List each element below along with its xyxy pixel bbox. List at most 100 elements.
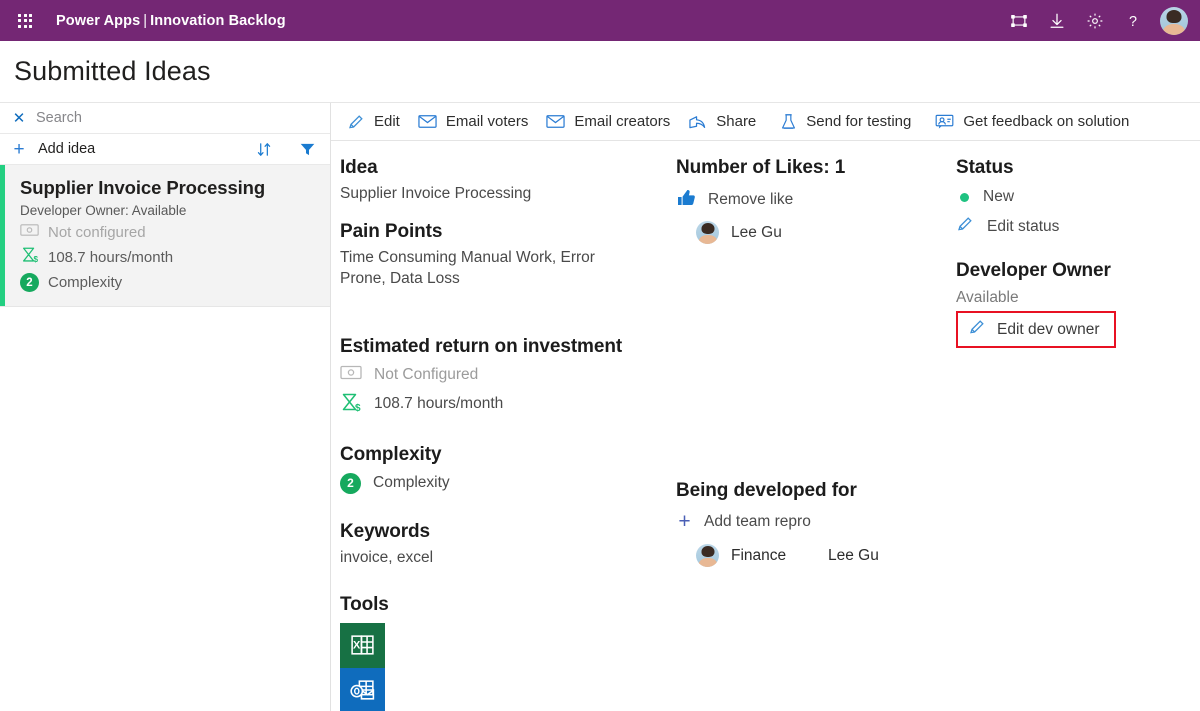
complexity-line: 2 Complexity — [340, 472, 676, 494]
sidebar: ✕ + Add idea Supplier Invoice Processing… — [0, 103, 331, 711]
voter-name: Lee Gu — [731, 223, 782, 241]
send-for-testing-button[interactable]: Send for testing — [770, 103, 925, 141]
roi-heading: Estimated return on investment — [340, 335, 623, 357]
hourglass-dollar-icon: $ — [20, 246, 39, 268]
keywords-value: invoice, excel — [340, 548, 434, 566]
edit-button[interactable]: Edit — [343, 103, 414, 141]
svg-text:?: ? — [1129, 13, 1137, 29]
get-feedback-label: Get feedback on solution — [963, 113, 1130, 130]
add-idea-row: + Add idea — [0, 134, 330, 165]
edit-status-label: Edit status — [987, 217, 1060, 235]
detail-column-right: Status New Edit status Developer Owner A… — [956, 157, 1200, 710]
card-body: Supplier Invoice Processing Developer Ow… — [5, 165, 275, 306]
fit-to-screen-icon[interactable] — [1000, 0, 1038, 41]
developer-owner-heading: Developer Owner — [956, 260, 1111, 281]
brand-separator: | — [143, 12, 148, 29]
get-feedback-button[interactable]: Get feedback on solution — [925, 103, 1143, 141]
table-row: Finance Lee Gu — [696, 544, 956, 567]
roi-money-line: Not Configured — [340, 365, 676, 385]
main-panel: Edit Email voters Email creators Share S… — [331, 103, 1200, 711]
detail-area: Idea Supplier Invoice Processing Pain Po… — [331, 141, 1200, 711]
svg-text:X: X — [353, 639, 361, 651]
waffle-grid-icon[interactable] — [12, 13, 38, 28]
developed-for-heading: Being developed for — [676, 480, 857, 501]
brand-title[interactable]: Power Apps | Innovation Backlog — [56, 13, 286, 29]
remove-like-label: Remove like — [708, 191, 794, 208]
svg-text:$: $ — [355, 403, 361, 412]
remove-like-button[interactable]: Remove like — [676, 188, 956, 212]
status-value: New — [983, 188, 1015, 205]
team-name: Finance — [731, 546, 787, 564]
pencil-icon — [956, 215, 974, 238]
excel-icon[interactable]: X — [340, 622, 385, 668]
roi-money-text: Not Configured — [374, 365, 479, 383]
voter-row: Lee Gu — [696, 221, 956, 244]
body: ✕ + Add idea Supplier Invoice Processing… — [0, 103, 1200, 711]
flask-icon — [780, 113, 797, 131]
command-bar: Edit Email voters Email creators Share S… — [331, 103, 1200, 141]
edit-status-button[interactable]: Edit status — [956, 215, 1200, 238]
card-hours-line: $ 108.7 hours/month — [20, 246, 265, 268]
mail-icon — [418, 114, 437, 129]
avatar[interactable] — [1160, 6, 1188, 35]
pain-points-heading: Pain Points — [340, 220, 443, 242]
pencil-icon — [347, 113, 365, 131]
add-team-repro-button[interactable]: + Add team repro — [676, 511, 956, 532]
likes-heading: Number of Likes: 1 — [676, 157, 846, 178]
share-icon — [688, 113, 707, 130]
pencil-icon — [968, 318, 986, 341]
complexity-label: Complexity — [373, 474, 450, 492]
email-voters-button[interactable]: Email voters — [414, 103, 543, 141]
card-title: Supplier Invoice Processing — [20, 177, 266, 198]
detail-column-left: Idea Supplier Invoice Processing Pain Po… — [331, 157, 676, 711]
app-bar: Power Apps | Innovation Backlog ? — [0, 0, 1200, 41]
download-icon[interactable] — [1038, 0, 1076, 41]
hourglass-dollar-icon: $ — [340, 392, 362, 417]
plus-icon[interactable]: + — [12, 140, 26, 159]
edit-button-label: Edit — [374, 113, 400, 130]
status-dot-icon — [960, 192, 969, 202]
email-creators-button[interactable]: Email creators — [542, 103, 684, 141]
email-voters-label: Email voters — [445, 113, 529, 130]
appbar-actions: ? — [1000, 0, 1190, 41]
tools-list: X — [340, 622, 676, 711]
card-complexity-text: Complexity — [48, 274, 123, 291]
email-creators-label: Email creators — [574, 113, 671, 130]
help-icon[interactable]: ? — [1114, 0, 1152, 41]
close-icon[interactable]: ✕ — [12, 111, 26, 126]
add-idea-button[interactable]: Add idea — [38, 141, 95, 157]
card-complexity-line: 2 Complexity — [20, 273, 265, 292]
idea-value: Supplier Invoice Processing — [340, 185, 532, 202]
add-team-repro-label: Add team repro — [704, 512, 811, 530]
money-icon — [340, 365, 362, 385]
send-for-testing-label: Send for testing — [806, 113, 912, 130]
search-input[interactable] — [36, 110, 318, 126]
team-owner: Lee Gu — [828, 546, 879, 564]
brand-app-name: Innovation Backlog — [150, 12, 286, 29]
roi-hours-text: 108.7 hours/month — [374, 395, 504, 413]
edit-dev-owner-button[interactable]: Edit dev owner — [956, 311, 1116, 348]
sort-icon[interactable] — [256, 141, 273, 158]
search-row: ✕ — [0, 103, 330, 134]
card-hours-text: 108.7 hours/month — [48, 248, 174, 266]
outlook-icon[interactable] — [340, 667, 385, 711]
filter-icon[interactable] — [299, 141, 316, 158]
brand-product: Power Apps — [56, 12, 141, 29]
gear-icon[interactable] — [1076, 0, 1114, 41]
tools-heading: Tools — [340, 593, 389, 615]
pain-points-value: Time Consuming Manual Work, Error Prone,… — [340, 248, 595, 287]
idea-heading: Idea — [340, 157, 378, 178]
mail-icon — [546, 114, 566, 129]
share-button[interactable]: Share — [684, 103, 770, 141]
money-icon — [20, 223, 39, 241]
developer-owner-value: Available — [956, 289, 1019, 306]
thumbs-up-icon — [676, 188, 697, 212]
keywords-heading: Keywords — [340, 520, 431, 542]
avatar — [696, 221, 719, 244]
status-heading: Status — [956, 157, 1014, 178]
list-item[interactable]: Supplier Invoice Processing Developer Ow… — [0, 165, 330, 307]
avatar — [696, 544, 719, 567]
feedback-icon — [935, 113, 954, 130]
share-button-label: Share — [716, 113, 757, 130]
status-badge: New — [956, 188, 1200, 206]
